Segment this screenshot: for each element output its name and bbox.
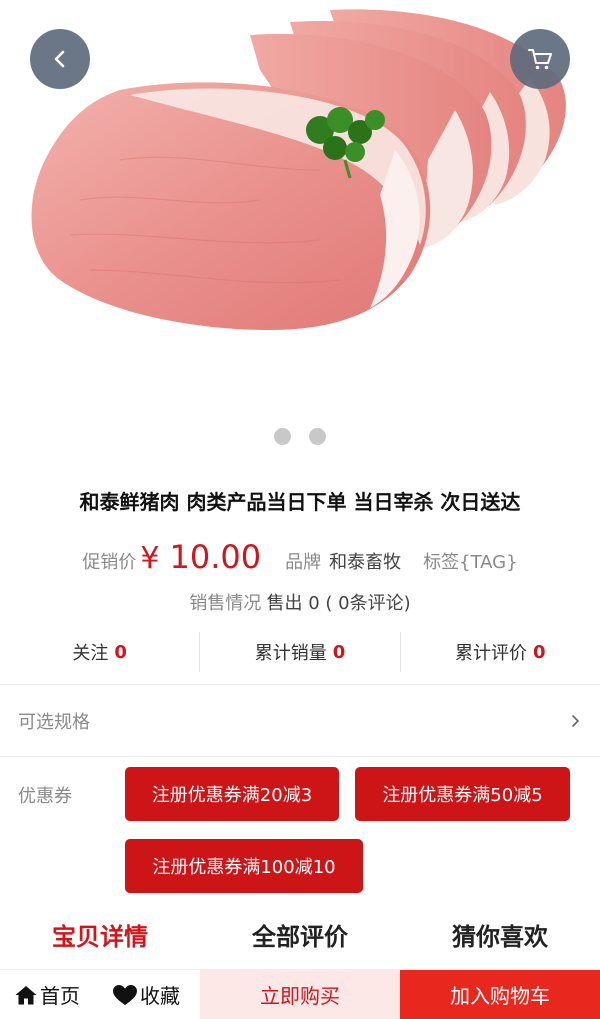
carousel-dot[interactable] <box>309 428 326 445</box>
stat-reviews[interactable]: 累计评价 0 <box>399 632 600 672</box>
home-button[interactable]: 首页 <box>0 970 100 1019</box>
product-image-carousel[interactable] <box>0 0 600 465</box>
stat-value: 0 <box>114 641 127 663</box>
back-button[interactable] <box>30 29 90 89</box>
stat-label: 关注 <box>72 643 109 664</box>
stat-value: 0 <box>533 641 546 663</box>
spec-selector[interactable]: 可选规格 <box>0 685 600 757</box>
home-label: 首页 <box>40 984 80 1008</box>
product-title: 和泰鲜猪肉 肉类产品当日下单 当日宰杀 次日送达 <box>79 490 521 514</box>
home-icon <box>15 985 37 1004</box>
buy-now-button[interactable]: 立即购买 <box>200 970 400 1019</box>
shopping-cart-icon <box>528 49 552 70</box>
sales-value: 售出 0 ( 0条评论) <box>266 593 411 614</box>
currency-symbol: ¥ <box>140 541 160 576</box>
coupon-button[interactable]: 注册优惠券满20减3 <box>125 767 339 821</box>
bottom-action-bar: 首页 收藏 立即购买 加入购物车 <box>0 969 600 1019</box>
price-value: ¥10.00 <box>140 538 261 576</box>
stat-sales: 累计销量 0 <box>199 632 399 672</box>
detail-tabs: 宝贝详情 全部评价 猜你喜欢 <box>0 912 600 956</box>
stat-value: 0 <box>332 641 346 663</box>
chevron-right-icon <box>572 714 579 727</box>
price-row: 促销价 ¥10.00 品牌 和泰畜牧 标签{TAG} <box>0 538 600 576</box>
spec-label: 可选规格 <box>18 711 90 733</box>
favorite-button[interactable]: 收藏 <box>100 970 200 1019</box>
price-amount: 10.00 <box>169 538 262 576</box>
brand-label: 品牌 <box>285 552 322 573</box>
add-to-cart-button[interactable]: 加入购物车 <box>400 970 600 1019</box>
tag-label: 标签{TAG} <box>423 552 518 573</box>
product-image <box>31 9 566 330</box>
favorite-label: 收藏 <box>140 984 180 1008</box>
tab-recommendations[interactable]: 猜你喜欢 <box>400 912 600 956</box>
brand-value: 和泰畜牧 <box>329 552 402 573</box>
heart-icon <box>113 984 137 1005</box>
chevron-left-icon <box>54 50 65 68</box>
carousel-dot[interactable] <box>274 428 291 445</box>
coupon-label: 优惠券 <box>18 786 72 807</box>
stats-row: 关注 0 累计销量 0 累计评价 0 <box>0 632 600 672</box>
tab-reviews[interactable]: 全部评价 <box>200 912 400 956</box>
price-label: 促销价 <box>82 552 137 573</box>
sales-info: 销售情况 售出 0 ( 0条评论) <box>0 589 600 615</box>
cart-button[interactable] <box>510 29 570 89</box>
coupon-button[interactable]: 注册优惠券满50减5 <box>355 767 570 821</box>
stat-label: 累计评价 <box>455 643 528 664</box>
stat-label: 累计销量 <box>254 643 327 664</box>
carousel-indicator <box>0 428 600 445</box>
stat-follow[interactable]: 关注 0 <box>0 632 199 672</box>
sales-label: 销售情况 <box>189 593 262 614</box>
tab-details[interactable]: 宝贝详情 <box>0 912 200 956</box>
coupon-button[interactable]: 注册优惠券满100减10 <box>125 839 363 893</box>
